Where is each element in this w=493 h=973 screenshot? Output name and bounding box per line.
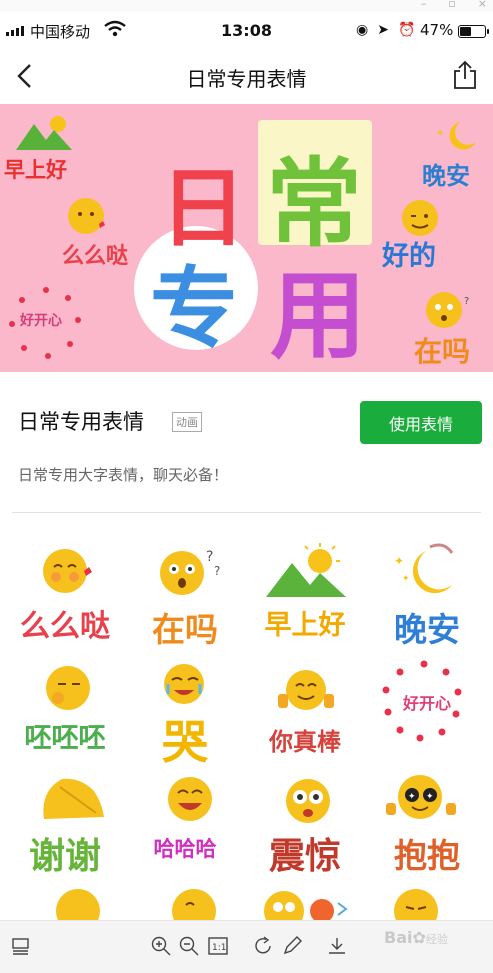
zoom-out-icon[interactable] [178,935,200,957]
sticker-label: 好开心 [402,694,451,713]
sun-mountain-icon [266,543,346,597]
laughing-emoji-icon [168,777,212,821]
thumbnail-icon[interactable] [10,935,32,957]
sticker-item[interactable]: 好开心 [372,660,482,775]
sticker-label: 谢谢 [28,836,101,877]
banner-sticker-label: 好的 [382,241,436,272]
download-icon[interactable] [326,935,348,957]
sticker-emoji-icon [264,891,348,920]
status-icons: ◉ ➤ ⏰ [356,22,415,38]
kiss-emoji-icon [68,198,105,234]
wink-emoji-icon [402,200,438,236]
sticker-label: 哭 [162,715,208,769]
pack-description: 日常专用大字表情，聊天必备！ [18,466,229,484]
hug-emoji-icon: ✦ ✦ [386,775,456,819]
sticker-item[interactable]: 震惊 [250,773,360,888]
svg-text:1:1: 1:1 [212,943,226,953]
zoom-in-icon[interactable] [150,935,172,957]
animated-tag: 动画 [172,412,202,432]
sticker-item[interactable]: ✦ ✦ 晚安 [372,541,482,656]
banner-sticker-label: 早上好 [4,158,67,182]
sticker-label: 么么哒 [20,609,110,644]
svg-text:✦: ✦ [394,554,404,568]
banner-sticker-label: 晚安 [422,162,470,190]
banner-sticker-label: 在吗 [414,335,471,368]
battery-icon [458,25,489,38]
minimize-icon[interactable]: – [421,0,427,10]
banner-sticker-label: 么么哒 [62,244,129,269]
sticker-label: 震惊 [268,836,341,877]
sticker-grid: 么么哒 ?? 在吗 早上好 ✦ ✦ 晚安 呸呸呸 哭 你真棒 好开心 谢谢 哈哈… [0,515,493,920]
pack-banner: 日 常 专 用 早上好 么么哒 好开心 ✦ 晚安 好的 ? 在吗 [0,104,493,372]
share-icon[interactable] [452,60,478,90]
pack-info: 日常专用表情 动画 使用表情 日常专用大字表情，聊天必备！ [0,372,493,514]
svg-text:✦: ✦ [426,792,434,802]
sticker-emoji-icon [56,889,100,920]
window-controls: – ▫ × [421,0,487,10]
sticker-item[interactable]: ?? 在吗 [130,541,240,656]
svg-text:?: ? [206,549,213,565]
actual-size-icon[interactable]: 1:1 [207,935,229,957]
spit-emoji-icon [46,666,90,710]
watermark-sub: 经验 [425,933,448,946]
sticker-item[interactable]: ✦ ✦ 抱抱 [372,773,482,888]
paw-icon: ✿ [412,928,426,947]
banner-char-yong: 用 [270,260,366,372]
status-bar: 中国移动 13:08 ◉ ➤ ⏰ 47% [0,12,493,50]
svg-text:✦: ✦ [408,792,416,802]
edit-icon[interactable] [281,935,303,957]
sticker-label: 呸呸呸 [24,723,106,754]
divider [12,512,481,513]
sticker-item[interactable]: 哭 [130,660,240,775]
sticker-item[interactable]: 你真棒 [250,660,360,775]
sticker-emoji-icon [172,889,216,920]
sticker-item[interactable]: 早上好 [250,541,360,656]
sticker-item[interactable]: 么么哒 [10,541,120,656]
orientation-lock-icon: ◉ [356,22,369,38]
use-sticker-button[interactable]: 使用表情 [360,401,482,444]
sticker-emoji-icon [394,889,438,920]
kiss-emoji-icon [43,549,92,593]
question-emoji-icon: ? [426,292,469,328]
location-icon: ➤ [377,22,389,38]
clap-hands-icon [43,778,104,819]
alarm-icon: ⏰ [397,22,416,38]
watermark: Bai✿经验 [384,928,448,947]
moon-icon: ✦✦ [394,543,454,594]
close-icon[interactable]: × [478,0,487,10]
page-title: 日常专用表情 [186,67,307,91]
shocked-emoji-icon [286,779,330,823]
maximize-icon[interactable]: ▫ [448,0,455,10]
svg-text:✦: ✦ [436,128,444,139]
thumbs-up-emoji-icon [278,670,334,710]
sticker-label: 抱抱 [394,836,460,875]
svg-text:✦: ✦ [402,574,410,584]
sticker-item[interactable]: 哈哈哈 [130,773,240,888]
banner-sticker-label: 好开心 [20,313,62,329]
viewer-top-bar: – ▫ × [0,0,493,12]
svg-text:?: ? [464,296,469,307]
pack-title: 日常专用表情 [18,410,144,434]
sun-mountain-icon [16,116,72,150]
nav-bar: 日常专用表情 [0,50,493,104]
moon-icon: ✦ [436,122,476,150]
battery-percent: 47% [420,21,454,39]
sticker-label: 你真棒 [269,728,341,756]
sticker-item[interactable]: 呸呸呸 [10,660,120,775]
svg-text:?: ? [214,564,220,578]
sticker-label: 哈哈哈 [153,837,217,861]
banner-char-zhuan: 专 [150,257,239,360]
sticker-label: 在吗 [152,610,218,649]
sticker-label: 早上好 [264,610,346,641]
sticker-label: 晚安 [394,610,460,649]
watermark-brand: Bai [384,928,413,947]
sticker-item[interactable]: 谢谢 [10,773,120,888]
question-emoji-icon: ?? [160,549,220,595]
rotate-icon[interactable] [252,935,274,957]
